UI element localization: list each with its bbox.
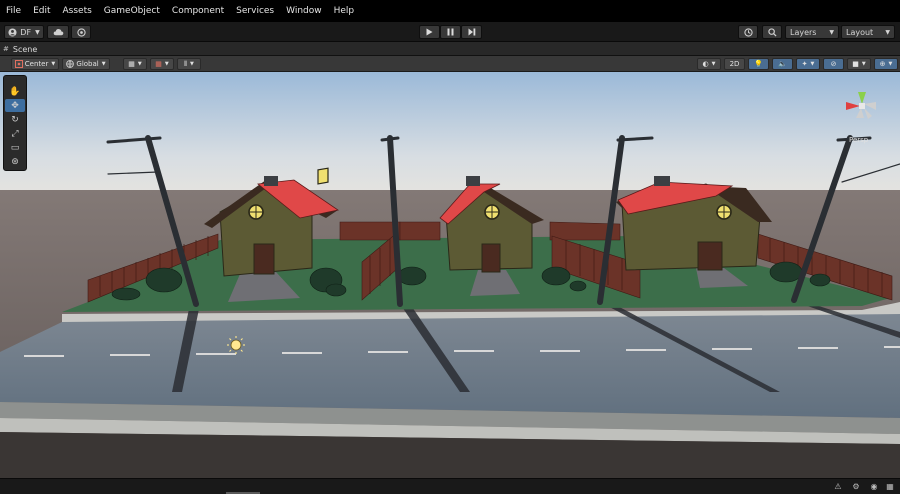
chevron-down-icon: ▼ <box>885 28 890 36</box>
scene-render <box>0 72 900 478</box>
chevron-down-icon: ▼ <box>810 61 815 67</box>
scene-toolbar: Center ▼ Global ▼ ▦ ▼ ▦ ▼ ⫴ ▼ ◐ ▼ 2D 💡 🔈 ✦ ▼ … <box>0 56 900 72</box>
play-icon <box>426 28 433 36</box>
menu-gameobject[interactable]: GameObject <box>98 0 166 22</box>
menu-help[interactable]: Help <box>328 0 361 22</box>
chevron-down-icon: ▼ <box>164 61 169 67</box>
menu-bar: File Edit Assets GameObject Component Se… <box>0 0 900 22</box>
search-icon <box>767 27 777 37</box>
ruler-icon: ⫴ <box>184 59 188 68</box>
cloud-button[interactable] <box>47 25 69 39</box>
increment-snap-dropdown[interactable]: ⫴ ▼ <box>177 58 201 70</box>
camera-icon: ■ <box>852 60 859 68</box>
play-button[interactable] <box>419 25 440 39</box>
chevron-down-icon: ▼ <box>888 61 893 67</box>
chevron-down-icon: ▼ <box>190 61 194 67</box>
draw-mode-dropdown[interactable]: ◐ ▼ <box>697 58 721 70</box>
menu-edit[interactable]: Edit <box>27 0 56 22</box>
chevron-down-icon: ▼ <box>829 28 834 36</box>
chevron-down-icon: ▼ <box>35 28 40 36</box>
audio-toggle[interactable]: 🔈 <box>772 58 793 70</box>
pivot-label: Center <box>24 60 49 68</box>
speaker-icon: 🔈 <box>778 60 787 68</box>
layers-dropdown[interactable]: Layers ▼ <box>785 25 839 39</box>
pause-icon <box>447 28 454 36</box>
layout-dropdown[interactable]: Layout ▼ <box>841 25 895 39</box>
chevron-down-icon: ▼ <box>101 61 106 67</box>
collab-icon <box>76 27 86 37</box>
eye-slash-icon: ⊘ <box>830 60 837 68</box>
mode-2d-toggle[interactable]: 2D <box>724 58 745 70</box>
step-button[interactable] <box>461 25 482 39</box>
scale-tool-icon[interactable]: ⤢ <box>5 127 25 140</box>
effects-icon: ✦ <box>801 60 808 68</box>
pivot-dropdown[interactable]: Center ▼ <box>11 58 59 70</box>
chevron-down-icon: ▼ <box>137 61 142 67</box>
scene-tab-bar: # Scene <box>0 42 900 56</box>
mode-2d-label: 2D <box>729 60 740 68</box>
hand-tool-icon[interactable]: ✋ <box>5 85 25 98</box>
menu-file[interactable]: File <box>0 0 27 22</box>
scene-visibility-toggle[interactable]: ⊘ <box>823 58 844 70</box>
account-dropdown[interactable]: DF ▼ <box>4 25 44 39</box>
collab-button[interactable] <box>71 25 91 39</box>
chevron-down-icon: ▼ <box>711 61 716 67</box>
transform-tool-icon[interactable]: ⊛ <box>5 155 25 168</box>
tool-palette: ✋ ✥ ↻ ⤢ ▭ ⊛ <box>3 75 27 171</box>
space-label: Global <box>76 60 99 68</box>
chevron-down-icon: ▼ <box>861 61 866 67</box>
layout-label: Layout <box>846 27 874 37</box>
grid-snap-icon: ▦ <box>128 60 135 68</box>
scene-viewport[interactable] <box>0 72 900 478</box>
tab-scene-label: Scene <box>12 44 38 54</box>
history-button[interactable] <box>738 25 758 39</box>
bug-icon[interactable]: ⚙ <box>850 482 862 492</box>
main-toolbar: DF ▼ Layers ▼ Layout ▼ <box>0 22 900 42</box>
gizmo-icon: ⊕ <box>879 60 886 68</box>
space-dropdown[interactable]: Global ▼ <box>62 58 110 70</box>
account-label: DF <box>20 27 32 37</box>
snap-increment-dropdown[interactable]: ▦ ▼ <box>150 58 174 70</box>
history-icon <box>743 27 753 37</box>
lighting-toggle[interactable]: 💡 <box>748 58 769 70</box>
pivot-icon <box>14 60 23 68</box>
snap-icon: ▦ <box>155 60 162 68</box>
menu-assets[interactable]: Assets <box>57 0 98 22</box>
step-icon <box>468 28 475 36</box>
tab-scene[interactable]: # Scene <box>3 42 37 56</box>
collab-status-icon[interactable]: ◉ <box>868 482 880 492</box>
shading-icon: ◐ <box>702 60 709 68</box>
chevron-down-icon: ▼ <box>51 61 56 67</box>
effects-dropdown[interactable]: ✦ ▼ <box>796 58 820 70</box>
layers-label: Layers <box>790 27 817 37</box>
console-warning-icon[interactable]: ⚠ <box>832 482 844 492</box>
menu-window[interactable]: Window <box>280 0 328 22</box>
menu-component[interactable]: Component <box>166 0 230 22</box>
grid-snap-dropdown[interactable]: ▦ ▼ <box>123 58 147 70</box>
projection-label[interactable]: Persp <box>849 136 868 144</box>
rotate-tool-icon[interactable]: ↻ <box>5 113 25 126</box>
grid-icon: # <box>3 45 9 53</box>
move-tool-icon[interactable]: ✥ <box>5 99 25 112</box>
cloud-icon <box>53 29 63 36</box>
notification-icon[interactable]: ▦ <box>884 482 896 492</box>
status-bar: ⚠ ⚙ ◉ ▦ <box>0 478 900 494</box>
menu-services[interactable]: Services <box>230 0 280 22</box>
pause-button[interactable] <box>440 25 461 39</box>
globe-icon <box>66 60 75 68</box>
account-icon <box>8 27 17 37</box>
rect-tool-icon[interactable]: ▭ <box>5 141 25 154</box>
search-button[interactable] <box>762 25 782 39</box>
camera-dropdown[interactable]: ■ ▼ <box>847 58 871 70</box>
gizmos-dropdown[interactable]: ⊕ ▼ <box>874 58 898 70</box>
lightbulb-icon: 💡 <box>754 60 763 68</box>
